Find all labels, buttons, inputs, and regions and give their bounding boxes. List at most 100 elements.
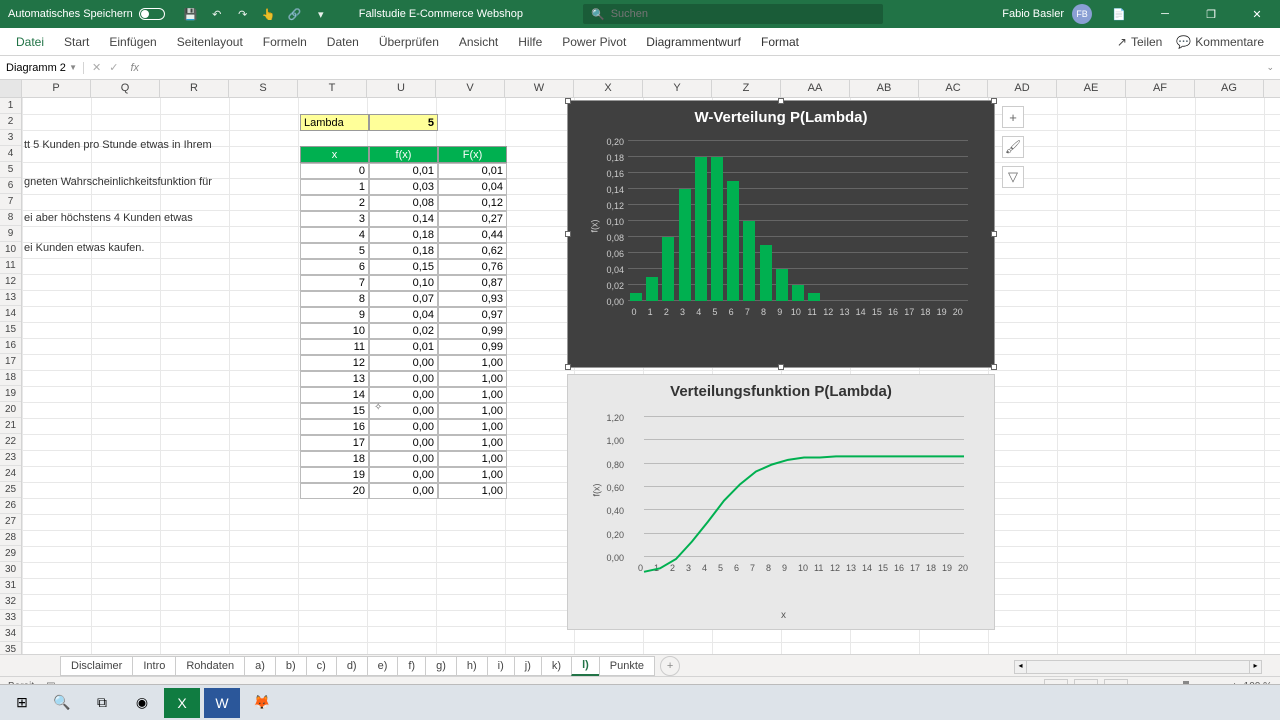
table-cell[interactable]: 0,00	[369, 419, 438, 435]
table-cell[interactable]: 6	[300, 259, 369, 275]
col-header[interactable]: AC	[919, 80, 988, 97]
sheet-tab[interactable]: h)	[456, 656, 488, 676]
col-header[interactable]: T	[298, 80, 367, 97]
table-cell[interactable]: 0,12	[438, 195, 507, 211]
user-name[interactable]: Fabio Basler	[1002, 8, 1064, 20]
row-header[interactable]: 1	[0, 98, 21, 114]
table-cell[interactable]: 0,04	[438, 179, 507, 195]
app-recorder-icon[interactable]: ◉	[124, 688, 160, 718]
col-header[interactable]: Z	[712, 80, 781, 97]
chart-style-button[interactable]: 🖌	[1002, 136, 1024, 158]
row-header[interactable]: 30	[0, 562, 21, 578]
lambda-value-cell[interactable]: 5	[369, 114, 438, 131]
row-header[interactable]: 31	[0, 578, 21, 594]
ribbon-tab-datei[interactable]: Datei	[6, 28, 54, 56]
search-taskbar-icon[interactable]: 🔍	[44, 688, 80, 718]
toggle-switch[interactable]	[139, 8, 165, 20]
row-header[interactable]: 6	[0, 178, 21, 194]
table-cell[interactable]: 11	[300, 339, 369, 355]
col-header[interactable]: R	[160, 80, 229, 97]
row-header[interactable]: 24	[0, 466, 21, 482]
table-cell[interactable]: 1,00	[438, 483, 507, 499]
row-header[interactable]: 12	[0, 274, 21, 290]
col-header[interactable]: Y	[643, 80, 712, 97]
table-cell[interactable]: 5	[300, 243, 369, 259]
table-cell[interactable]: 12	[300, 355, 369, 371]
undo-icon[interactable]: ↶	[209, 6, 225, 22]
row-header[interactable]: 23	[0, 450, 21, 466]
table-cell[interactable]: 1,00	[438, 435, 507, 451]
table-cell[interactable]: 0,02	[369, 323, 438, 339]
ribbon-tab-format[interactable]: Format	[751, 28, 809, 56]
word-taskbar-icon[interactable]: W	[204, 688, 240, 718]
ribbon-tab-diagrammentwurf[interactable]: Diagrammentwurf	[636, 28, 751, 56]
col-header[interactable]: P	[22, 80, 91, 97]
col-header[interactable]: AE	[1057, 80, 1126, 97]
search-box[interactable]: 🔍	[583, 4, 883, 24]
col-header[interactable]: V	[436, 80, 505, 97]
sheet-tab[interactable]: Punkte	[599, 656, 655, 676]
table-cell[interactable]: 0,93	[438, 291, 507, 307]
row-header[interactable]: 19	[0, 386, 21, 402]
fx-label[interactable]: fx	[126, 62, 143, 74]
col-header[interactable]: Q	[91, 80, 160, 97]
link-icon[interactable]: 🔗	[287, 6, 303, 22]
table-header-Fx[interactable]: F(x)	[438, 146, 507, 163]
document-title[interactable]: Fallstudie E-Commerce Webshop	[339, 8, 543, 20]
table-cell[interactable]: 1,00	[438, 403, 507, 419]
table-cell[interactable]: 8	[300, 291, 369, 307]
user-avatar[interactable]: FB	[1072, 4, 1092, 24]
row-header[interactable]: 13	[0, 290, 21, 306]
table-cell[interactable]: 0,14	[369, 211, 438, 227]
excel-taskbar-icon[interactable]: X	[164, 688, 200, 718]
row-header[interactable]: 17	[0, 354, 21, 370]
table-cell[interactable]: 0,00	[369, 387, 438, 403]
col-header[interactable]: AB	[850, 80, 919, 97]
comments-button[interactable]: 💬 Kommentare	[1176, 35, 1264, 49]
ribbon-tab-einfügen[interactable]: Einfügen	[99, 28, 166, 56]
table-cell[interactable]: 2	[300, 195, 369, 211]
add-sheet-button[interactable]: +	[660, 656, 680, 676]
select-all-corner[interactable]	[0, 80, 22, 97]
table-cell[interactable]: 0,01	[369, 339, 438, 355]
table-cell[interactable]: 0,27	[438, 211, 507, 227]
row-header[interactable]: 18	[0, 370, 21, 386]
table-cell[interactable]: 15	[300, 403, 369, 419]
ribbon-tab-formeln[interactable]: Formeln	[253, 28, 317, 56]
table-cell[interactable]: 0,44	[438, 227, 507, 243]
share-button[interactable]: ↗ Teilen	[1117, 35, 1162, 49]
chart-line-cdf[interactable]: Verteilungsfunktion P(Lambda) 0,000,200,…	[567, 374, 995, 630]
table-cell[interactable]: 0,97	[438, 307, 507, 323]
table-cell[interactable]: 10	[300, 323, 369, 339]
col-header[interactable]: AA	[781, 80, 850, 97]
taskview-icon[interactable]: ⧉	[84, 688, 120, 718]
start-button[interactable]: ⊞	[4, 688, 40, 718]
sheet-tab[interactable]: d)	[336, 656, 368, 676]
maximize-button[interactable]: ❐	[1192, 0, 1230, 28]
chart-bar-distribution[interactable]: W-Verteilung P(Lambda) 0,000,020,040,060…	[567, 100, 995, 368]
touch-icon[interactable]: 👆	[261, 6, 277, 22]
lambda-label-cell[interactable]: Lambda	[300, 114, 369, 131]
row-header[interactable]: 16	[0, 338, 21, 354]
table-cell[interactable]: 1	[300, 179, 369, 195]
table-cell[interactable]: 14	[300, 387, 369, 403]
col-header[interactable]: S	[229, 80, 298, 97]
table-cell[interactable]: 0,18	[369, 243, 438, 259]
table-cell[interactable]: 0,00	[369, 483, 438, 499]
table-header-fx[interactable]: f(x)	[369, 146, 438, 163]
ribbon-tab-start[interactable]: Start	[54, 28, 99, 56]
row-header[interactable]: 4	[0, 146, 21, 162]
autosave-toggle[interactable]: Automatisches Speichern	[0, 8, 173, 20]
row-header[interactable]: 5	[0, 162, 21, 178]
table-cell[interactable]: 16	[300, 419, 369, 435]
sheet-tab[interactable]: Intro	[132, 656, 176, 676]
row-header[interactable]: 25	[0, 482, 21, 498]
table-header-x[interactable]: x	[300, 146, 369, 163]
sheet-tab[interactable]: j)	[514, 656, 542, 676]
table-cell[interactable]: 1,00	[438, 387, 507, 403]
table-cell[interactable]: 0,99	[438, 339, 507, 355]
row-header[interactable]: 28	[0, 530, 21, 546]
cancel-formula-icon[interactable]: ✕	[92, 61, 101, 74]
ribbon-tab-ansicht[interactable]: Ansicht	[449, 28, 508, 56]
row-header[interactable]: 10	[0, 242, 21, 258]
